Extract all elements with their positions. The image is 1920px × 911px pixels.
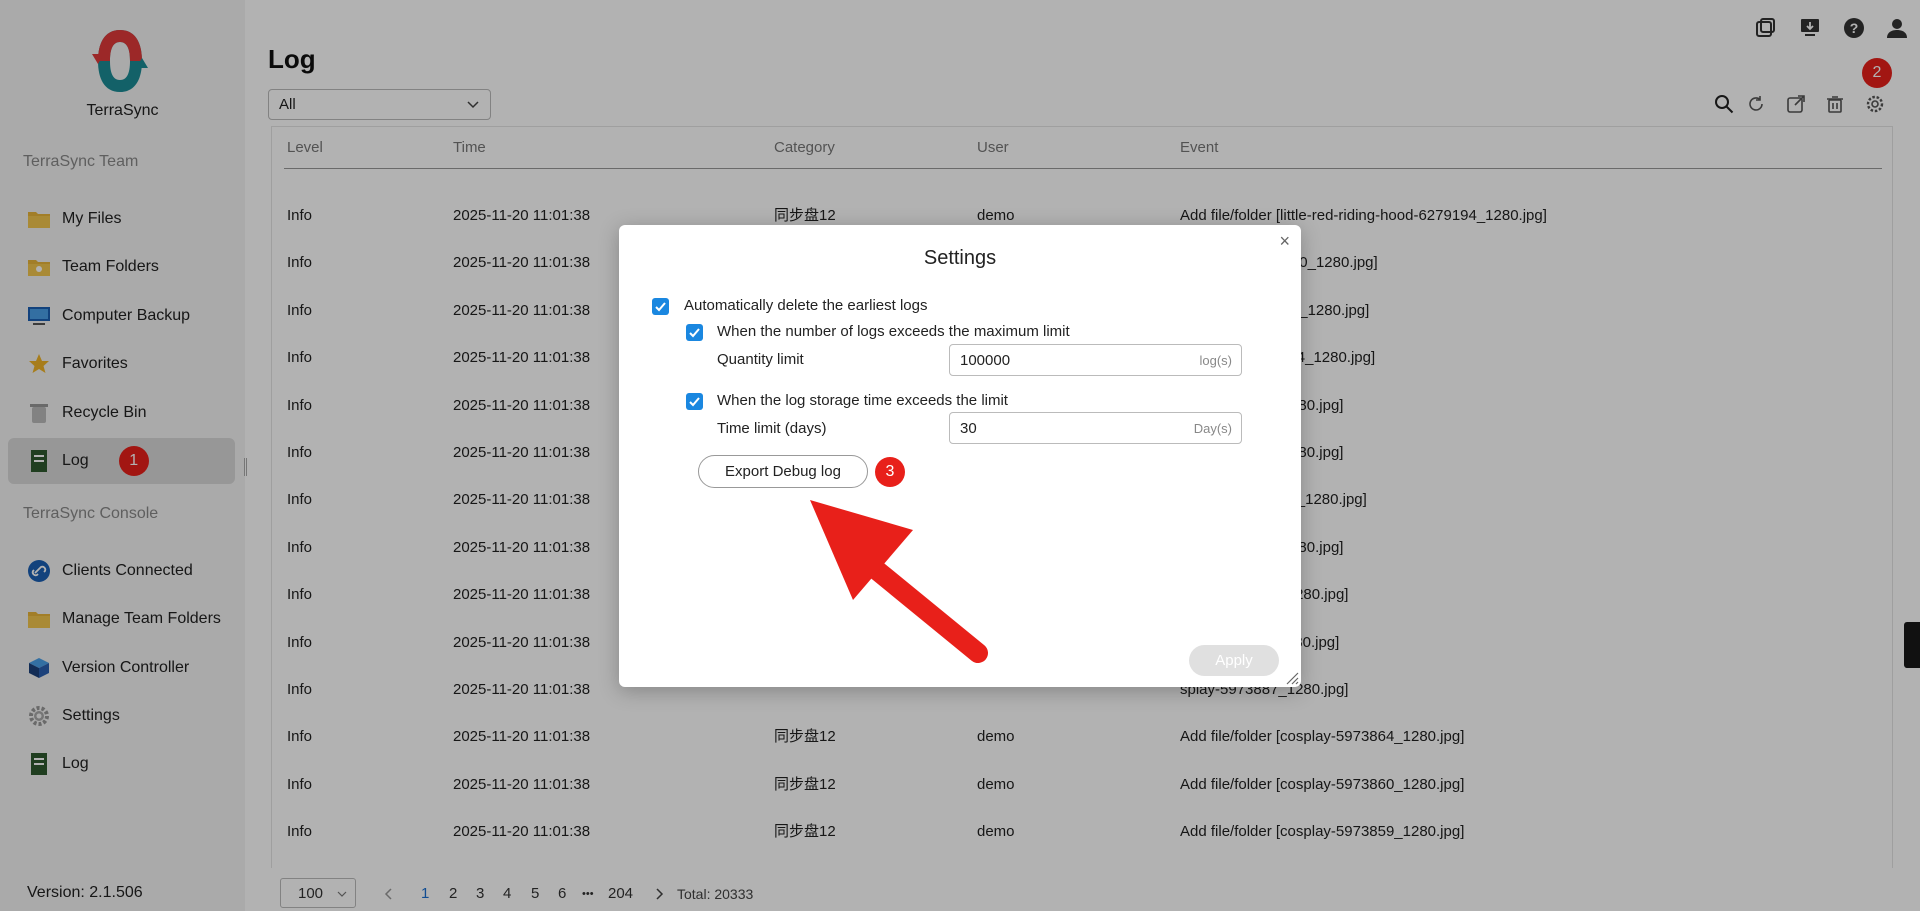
quantity-limit-label: Quantity limit [717, 351, 804, 368]
dialog-title: Settings [923, 247, 997, 269]
quantity-limit-value: 100000 [960, 351, 1011, 369]
time-limit-checkbox[interactable] [686, 393, 703, 410]
quantity-limit-input[interactable]: 100000 log(s) [949, 344, 1242, 376]
quantity-unit: log(s) [1199, 353, 1232, 368]
time-limit-value: 30 [960, 419, 977, 437]
side-feedback-tab[interactable] [1904, 622, 1920, 668]
max-count-label: When the number of logs exceeds the maxi… [717, 323, 1070, 340]
check-icon [655, 302, 666, 312]
time-limit-input[interactable]: 30 Day(s) [949, 412, 1242, 444]
step-3-badge: 3 [875, 457, 905, 487]
time-exceed-label: When the log storage time exceeds the li… [717, 392, 1008, 409]
export-debug-log-button[interactable]: Export Debug log [698, 455, 868, 488]
check-icon [689, 397, 700, 407]
close-icon[interactable]: × [1279, 231, 1290, 252]
check-icon [689, 328, 700, 338]
time-limit-label: Time limit (days) [717, 420, 827, 437]
max-count-checkbox[interactable] [686, 324, 703, 341]
auto-delete-label: Automatically delete the earliest logs [684, 297, 928, 314]
resize-grip-icon[interactable] [1283, 669, 1299, 685]
time-unit: Day(s) [1193, 421, 1232, 436]
auto-delete-checkbox[interactable] [652, 298, 669, 315]
apply-button[interactable]: Apply [1189, 645, 1279, 676]
annotation-arrow-icon [810, 500, 988, 663]
